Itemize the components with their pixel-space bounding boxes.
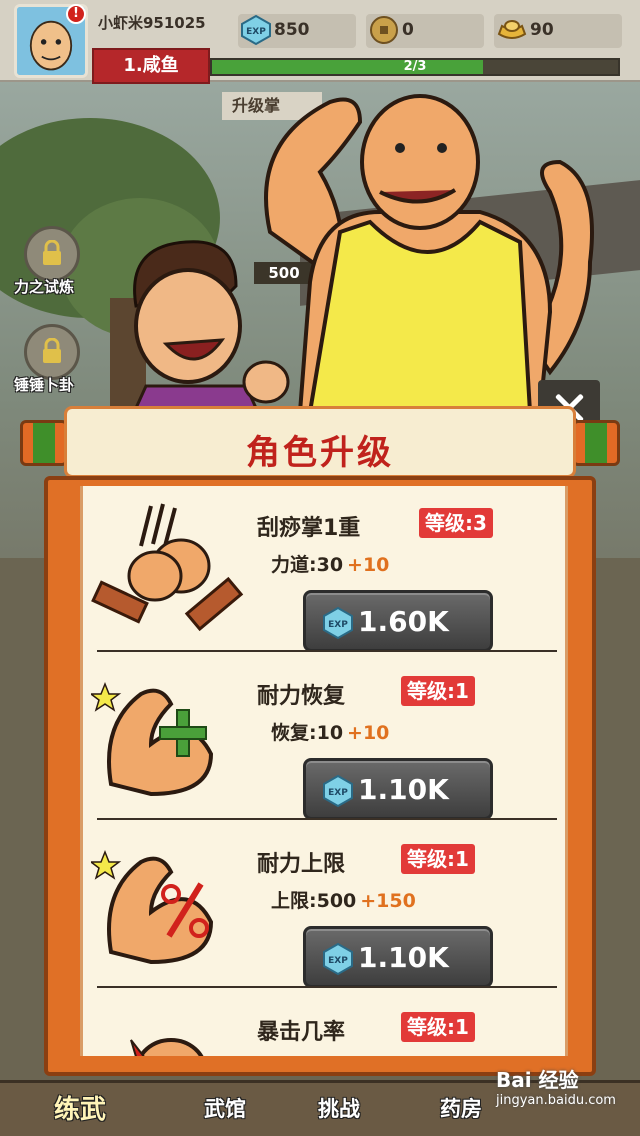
- baidu-watermark: Bai 经验 jingyan.baidu.com: [496, 1064, 636, 1108]
- crit-icon: [130, 1038, 204, 1056]
- side-button-label: 力之试炼: [14, 278, 75, 296]
- exp-value: 850: [274, 20, 310, 40]
- upgrade-cost: 1.60K: [358, 605, 449, 638]
- scroll-rod-right: [572, 420, 620, 466]
- boy-character-illustration: [133, 240, 290, 408]
- row-divider: [97, 650, 557, 652]
- tab-challenge[interactable]: 挑战: [318, 1093, 360, 1123]
- lock-icon: [43, 338, 61, 363]
- exp-gem-icon: EXP: [323, 774, 353, 808]
- scroll-rod-left: [20, 420, 68, 466]
- skill-level-badge: 等级:3: [419, 508, 493, 538]
- side-button-hammer-divination[interactable]: 锤锤卜卦: [14, 324, 86, 404]
- upgrade-button[interactable]: EXP 1.10K: [303, 926, 493, 988]
- row-divider: [97, 986, 557, 988]
- side-button-label: 锤锤卜卦: [14, 376, 75, 394]
- watermark-url: jingyan.baidu.com: [496, 1093, 616, 1108]
- skill-name: 耐力恢复: [257, 684, 346, 709]
- copper-coin-icon: [370, 16, 398, 44]
- rank-progress-bar: 2/3: [210, 58, 620, 76]
- fist-smash-icon: [91, 503, 244, 632]
- rank-progress-text: 2/3: [403, 59, 427, 74]
- tab-pharmacy[interactable]: 药房: [440, 1093, 482, 1123]
- skill-stat-value: 恢复:10: [271, 722, 344, 744]
- svg-text:EXP: EXP: [328, 620, 348, 630]
- coin-counter: 0: [366, 14, 484, 48]
- gold-ingot-icon: [497, 20, 527, 39]
- lock-icon: [43, 240, 61, 265]
- exp-gem-icon: EXP: [323, 606, 353, 640]
- gold-counter: 90: [494, 14, 622, 48]
- skill-level-badge: 等级:1: [401, 676, 475, 706]
- skill-row: 暴击几率 等级:1: [83, 990, 565, 1056]
- notification-badge: !: [66, 4, 86, 24]
- svg-text:EXP: EXP: [328, 788, 348, 798]
- skill-name: 暴击几率: [257, 1020, 346, 1045]
- skill-stat: 力道:30 +10: [271, 550, 389, 577]
- dialog-frame: 刮痧掌1重 等级:3 力道:30+10 EXP 1.60K 耐力恢复 等级:1: [44, 476, 596, 1076]
- upgrade-cost: 1.10K: [358, 773, 449, 806]
- skill-name: 耐力上限: [257, 852, 346, 877]
- upgrade-button[interactable]: EXP 1.60K: [303, 590, 493, 652]
- muscle-percent-icon: [91, 849, 214, 965]
- player-name: 小虾米951025: [98, 14, 206, 32]
- skill-stat-value: 上限:500: [271, 890, 357, 912]
- watermark-brand: Bai 经验: [496, 1068, 579, 1092]
- skill-stat-bonus: +10: [347, 554, 390, 576]
- top-hud: ! 小虾米951025 EXP 850 0 90 1.咸鱼 2/3: [0, 0, 640, 84]
- exp-gem-icon: EXP: [241, 14, 271, 46]
- upgrade-cost: 1.10K: [358, 941, 449, 974]
- gold-value: 90: [530, 20, 554, 40]
- skill-stat-bonus: +10: [347, 722, 390, 744]
- upgrade-button[interactable]: EXP 1.10K: [303, 758, 493, 820]
- muscle-plus-icon: [91, 681, 214, 797]
- skill-stat-bonus: +150: [360, 890, 416, 912]
- skill-stat: 上限:500 +150: [271, 886, 416, 913]
- svg-text:EXP: EXP: [328, 956, 348, 966]
- skill-stat: 恢复:10 +10: [271, 718, 389, 745]
- skill-level-badge: 等级:1: [401, 1012, 475, 1042]
- coin-value: 0: [402, 20, 414, 40]
- row-divider: [97, 818, 557, 820]
- skill-list: 刮痧掌1重 等级:3 力道:30+10 EXP 1.60K 耐力恢复 等级:1: [80, 486, 568, 1056]
- dialog-title: 角色升级: [246, 433, 394, 473]
- rank-label: 1.咸鱼: [92, 48, 210, 84]
- svg-text:EXP: EXP: [246, 27, 266, 37]
- skill-level-badge: 等级:1: [401, 844, 475, 874]
- side-button-strength-trial[interactable]: 力之试炼: [14, 226, 86, 306]
- skill-stat-value: 力道:30: [271, 554, 344, 576]
- exp-counter: EXP 850: [238, 14, 356, 48]
- tab-martial-hall[interactable]: 武馆: [204, 1093, 246, 1123]
- skill-row: 刮痧掌1重 等级:3 力道:30 +10 EXP 1.60K: [83, 486, 565, 652]
- skill-row: 耐力恢复 等级:1 恢复:10 +10 EXP 1.10K: [83, 654, 565, 820]
- dialog-scroll-header: 角色升级: [20, 406, 620, 478]
- exp-gem-icon: EXP: [323, 942, 353, 976]
- dialog-header-paper: 角色升级: [64, 406, 576, 478]
- tab-practice[interactable]: 练武: [54, 1089, 106, 1126]
- skill-row: 耐力上限 等级:1 上限:500 +150 EXP 1.10K: [83, 822, 565, 988]
- skill-name: 刮痧掌1重: [257, 516, 361, 541]
